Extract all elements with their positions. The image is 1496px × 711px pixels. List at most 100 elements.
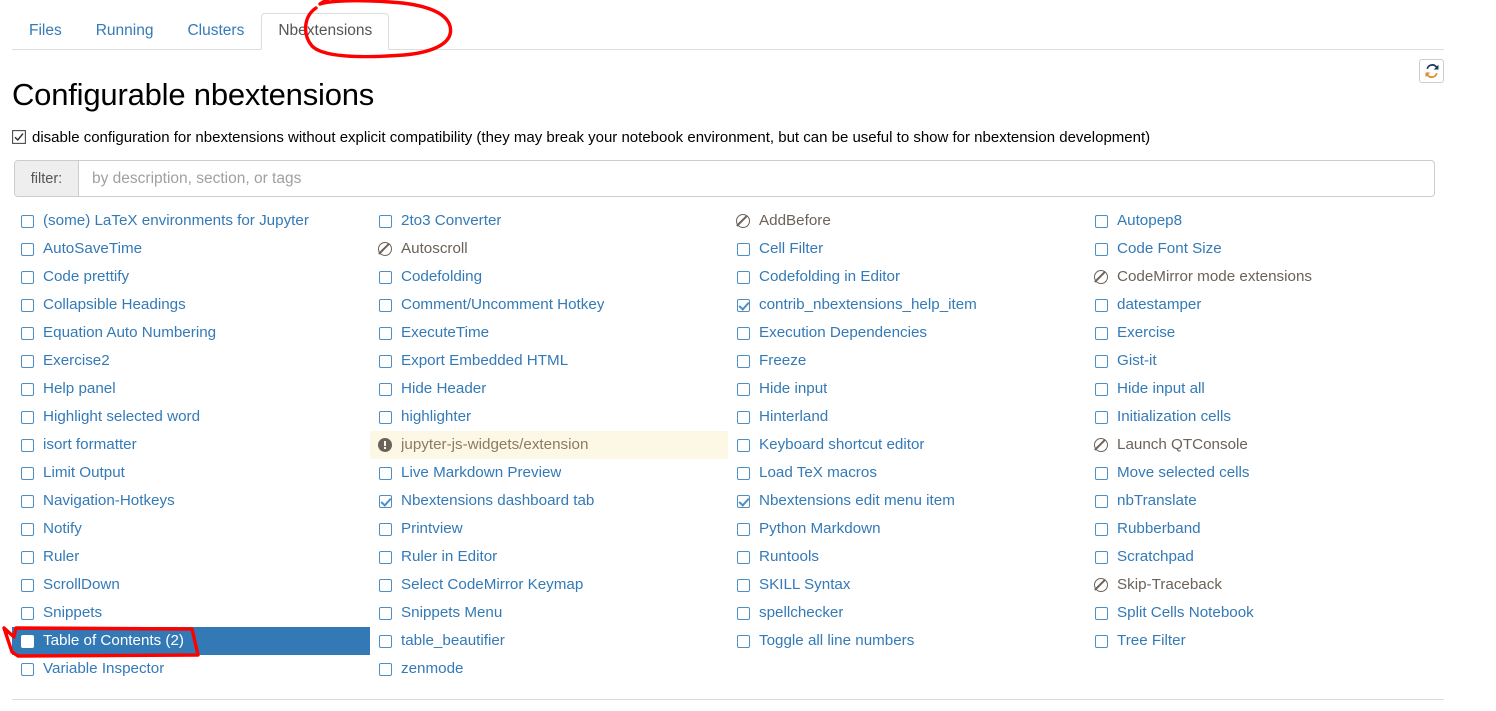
checkbox-unchecked-icon[interactable] <box>378 662 392 676</box>
extension-row[interactable]: Initialization cells <box>1086 403 1444 431</box>
extension-row[interactable]: Live Markdown Preview <box>370 459 728 487</box>
extension-row[interactable]: Highlight selected word <box>12 403 370 431</box>
checkbox-unchecked-icon[interactable] <box>20 242 34 256</box>
extension-row[interactable]: AddBefore <box>728 207 1086 235</box>
checkbox-unchecked-icon[interactable] <box>378 298 392 312</box>
checkbox-unchecked-icon[interactable] <box>378 214 392 228</box>
extension-row[interactable]: (some) LaTeX environments for Jupyter <box>12 207 370 235</box>
extension-row[interactable]: Exercise <box>1086 319 1444 347</box>
extension-row[interactable]: Collapsible Headings <box>12 291 370 319</box>
extension-row[interactable]: Select CodeMirror Keymap <box>370 571 728 599</box>
checkbox-unchecked-icon[interactable] <box>736 438 750 452</box>
extension-row[interactable]: Gist-it <box>1086 347 1444 375</box>
extension-row[interactable]: isort formatter <box>12 431 370 459</box>
extension-row[interactable]: Toggle all line numbers <box>728 627 1086 655</box>
checkbox-unchecked-icon[interactable] <box>20 466 34 480</box>
extension-row[interactable]: Move selected cells <box>1086 459 1444 487</box>
checkbox-unchecked-icon[interactable] <box>736 578 750 592</box>
checkbox-unchecked-icon[interactable] <box>20 214 34 228</box>
extension-row[interactable]: Snippets Menu <box>370 599 728 627</box>
extension-row[interactable]: Hide input all <box>1086 375 1444 403</box>
extension-row[interactable]: Variable Inspector <box>12 655 370 683</box>
extension-row[interactable]: Hide Header <box>370 375 728 403</box>
extension-row[interactable]: Navigation-Hotkeys <box>12 487 370 515</box>
extension-row[interactable]: Launch QTConsole <box>1086 431 1444 459</box>
checkbox-unchecked-icon[interactable] <box>736 466 750 480</box>
checkbox-checked-icon[interactable] <box>20 634 34 648</box>
checkbox-unchecked-icon[interactable] <box>378 606 392 620</box>
extension-row[interactable]: Execution Dependencies <box>728 319 1086 347</box>
extension-row[interactable]: SKILL Syntax <box>728 571 1086 599</box>
checkbox-unchecked-icon[interactable] <box>736 634 750 648</box>
checkbox-unchecked-icon[interactable] <box>736 606 750 620</box>
checkbox-unchecked-icon[interactable] <box>736 410 750 424</box>
checkbox-unchecked-icon[interactable] <box>20 326 34 340</box>
tab-running[interactable]: Running <box>79 13 171 50</box>
extension-row[interactable]: Keyboard shortcut editor <box>728 431 1086 459</box>
checkbox-checked-icon[interactable] <box>736 298 750 312</box>
checkbox-unchecked-icon[interactable] <box>736 550 750 564</box>
checkbox-unchecked-icon[interactable] <box>378 522 392 536</box>
tab-files[interactable]: Files <box>12 13 79 50</box>
extension-row[interactable]: Equation Auto Numbering <box>12 319 370 347</box>
extension-row[interactable]: ScrollDown <box>12 571 370 599</box>
checkbox-unchecked-icon[interactable] <box>378 466 392 480</box>
extension-row[interactable]: Nbextensions dashboard tab <box>370 487 728 515</box>
extension-row[interactable]: zenmode <box>370 655 728 683</box>
extension-row[interactable]: Runtools <box>728 543 1086 571</box>
checkbox-unchecked-icon[interactable] <box>378 354 392 368</box>
checkbox-unchecked-icon[interactable] <box>1094 214 1108 228</box>
checkbox-unchecked-icon[interactable] <box>20 354 34 368</box>
extension-row[interactable]: Split Cells Notebook <box>1086 599 1444 627</box>
extension-row[interactable]: contrib_nbextensions_help_item <box>728 291 1086 319</box>
extension-row[interactable]: Hinterland <box>728 403 1086 431</box>
checkbox-unchecked-icon[interactable] <box>1094 466 1108 480</box>
checkbox-unchecked-icon[interactable] <box>736 242 750 256</box>
checkbox-unchecked-icon[interactable] <box>736 522 750 536</box>
extension-row[interactable]: Printview <box>370 515 728 543</box>
refresh-button[interactable] <box>1419 59 1444 83</box>
checkbox-unchecked-icon[interactable] <box>20 270 34 284</box>
extension-row[interactable]: Ruler <box>12 543 370 571</box>
extension-row[interactable]: ExecuteTime <box>370 319 728 347</box>
extension-row[interactable]: Snippets <box>12 599 370 627</box>
extension-row[interactable]: Scratchpad <box>1086 543 1444 571</box>
checkbox-unchecked-icon[interactable] <box>20 522 34 536</box>
disable-config-checkbox[interactable] <box>12 130 26 150</box>
checkbox-unchecked-icon[interactable] <box>378 550 392 564</box>
checkbox-unchecked-icon[interactable] <box>20 382 34 396</box>
checkbox-unchecked-icon[interactable] <box>1094 494 1108 508</box>
checkbox-unchecked-icon[interactable] <box>378 270 392 284</box>
extension-row[interactable]: Python Markdown <box>728 515 1086 543</box>
extension-row[interactable]: Codefolding in Editor <box>728 263 1086 291</box>
extension-row[interactable]: Table of Contents (2) <box>12 627 370 655</box>
extension-row[interactable]: CodeMirror mode extensions <box>1086 263 1444 291</box>
extension-row[interactable]: Rubberband <box>1086 515 1444 543</box>
checkbox-unchecked-icon[interactable] <box>20 438 34 452</box>
extension-row[interactable]: Notify <box>12 515 370 543</box>
checkbox-checked-icon[interactable] <box>736 494 750 508</box>
checkbox-unchecked-icon[interactable] <box>20 410 34 424</box>
checkbox-unchecked-icon[interactable] <box>378 578 392 592</box>
extension-row[interactable]: Exercise2 <box>12 347 370 375</box>
checkbox-unchecked-icon[interactable] <box>1094 326 1108 340</box>
checkbox-unchecked-icon[interactable] <box>20 662 34 676</box>
checkbox-unchecked-icon[interactable] <box>736 354 750 368</box>
extension-row[interactable]: Export Embedded HTML <box>370 347 728 375</box>
disable-config-row[interactable]: disable configuration for nbextensions w… <box>12 128 1150 150</box>
checkbox-unchecked-icon[interactable] <box>1094 354 1108 368</box>
checkbox-unchecked-icon[interactable] <box>1094 242 1108 256</box>
checkbox-checked-icon[interactable] <box>378 494 392 508</box>
extension-row[interactable]: Skip-Traceback <box>1086 571 1444 599</box>
extension-row[interactable]: Load TeX macros <box>728 459 1086 487</box>
checkbox-unchecked-icon[interactable] <box>1094 410 1108 424</box>
extension-row[interactable]: Limit Output <box>12 459 370 487</box>
extension-row[interactable]: Freeze <box>728 347 1086 375</box>
checkbox-unchecked-icon[interactable] <box>20 606 34 620</box>
tab-nbextensions[interactable]: Nbextensions <box>261 13 390 50</box>
extension-row[interactable]: datestamper <box>1086 291 1444 319</box>
checkbox-unchecked-icon[interactable] <box>736 382 750 396</box>
extension-row[interactable]: table_beautifier <box>370 627 728 655</box>
checkbox-unchecked-icon[interactable] <box>736 270 750 284</box>
extension-row[interactable]: Codefolding <box>370 263 728 291</box>
